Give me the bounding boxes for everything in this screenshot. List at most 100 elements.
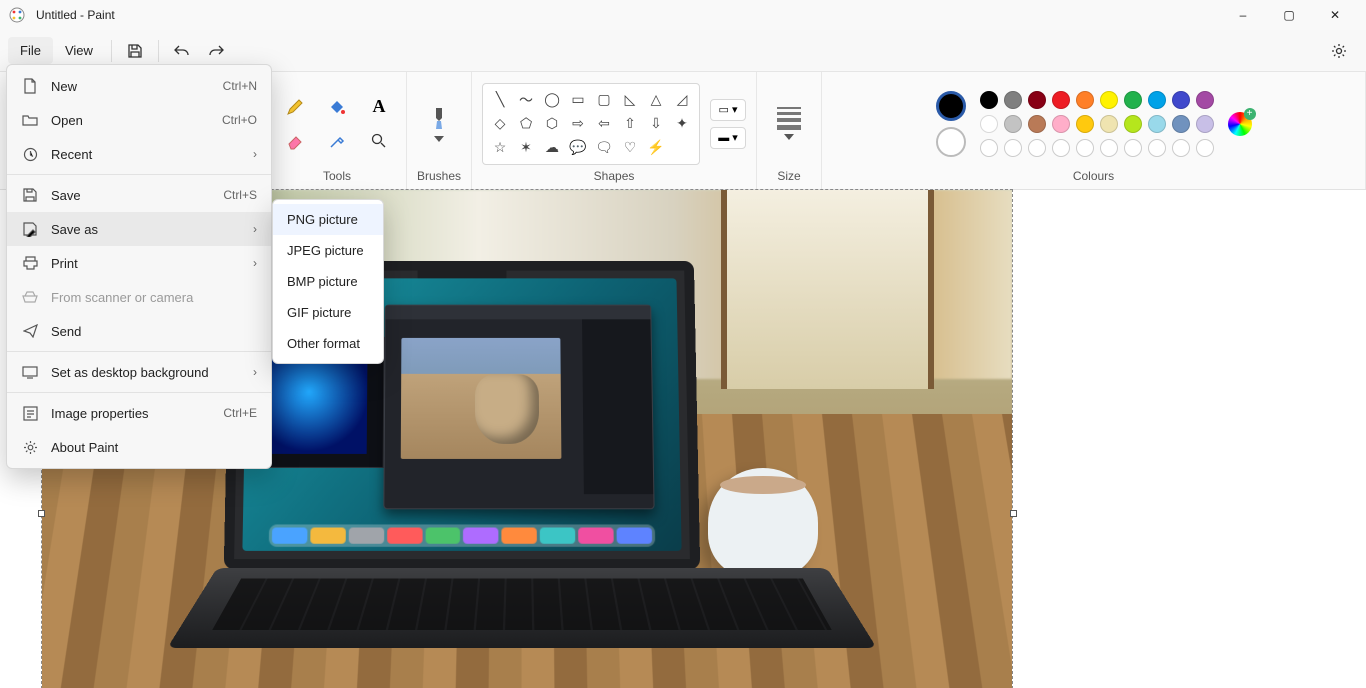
palette-swatch[interactable] [1052,91,1070,109]
palette-swatch-empty[interactable] [1124,139,1142,157]
shape-tri[interactable]: △ [645,90,667,110]
palette-swatch-empty[interactable] [1052,139,1070,157]
shape-pent[interactable]: ⬠ [515,114,537,134]
palette-swatch-empty[interactable] [980,139,998,157]
palette-swatch-empty[interactable] [1172,139,1190,157]
menu-view[interactable]: View [53,37,105,64]
edit-colours-button[interactable] [1228,112,1252,136]
file-menu-recent[interactable]: Recent › [7,137,271,171]
menu-label: Set as desktop background [51,365,209,380]
shape-arrow-r[interactable]: ⇨ [567,114,589,134]
magnifier-tool[interactable] [362,126,396,156]
palette-swatch-empty[interactable] [1004,139,1022,157]
shape-heart[interactable]: ♡ [619,138,641,158]
brushes-dropdown[interactable] [417,106,461,142]
save-quick-button[interactable] [118,36,152,66]
palette-swatch[interactable] [980,115,998,133]
minimize-button[interactable]: – [1220,0,1266,30]
palette-swatch-empty[interactable] [1196,139,1214,157]
shapes-gallery[interactable]: ╲ 〜 ◯ ▭ ▢ ◺ △ ◿ ◇ ⬠ ⬡ ⇨ ⇦ ⇧ ⇩ ✦ ☆ [482,83,700,165]
shape-callout-rd[interactable]: ☁ [541,138,563,158]
shape-more[interactable] [671,138,693,158]
palette-swatch[interactable] [1196,91,1214,109]
close-button[interactable]: ✕ [1312,0,1358,30]
shape-outline-dropdown[interactable]: ▭ ▾ [710,99,746,121]
palette-swatch-empty[interactable] [1100,139,1118,157]
save-as-png[interactable]: PNG picture [273,204,383,235]
picker-tool[interactable] [320,126,354,156]
shape-6star[interactable]: ✶ [515,138,537,158]
palette-swatch[interactable] [1148,91,1166,109]
pencil-tool[interactable] [278,92,312,122]
palette-swatch[interactable] [1028,91,1046,109]
menu-file[interactable]: File [8,37,53,64]
palette-swatch[interactable] [1004,115,1022,133]
text-tool[interactable]: A [362,92,396,122]
file-menu-print[interactable]: Print › [7,246,271,280]
file-menu-send[interactable]: Send [7,314,271,348]
redo-button[interactable] [199,36,233,66]
palette-swatch-empty[interactable] [1028,139,1046,157]
colour-2-swatch[interactable] [936,127,966,157]
maximize-button[interactable]: ▢ [1266,0,1312,30]
settings-button[interactable] [1322,36,1356,66]
folder-open-icon [21,111,39,129]
file-menu-save[interactable]: Save Ctrl+S [7,178,271,212]
shape-rect[interactable]: ▭ [567,90,589,110]
file-menu-new[interactable]: New Ctrl+N [7,69,271,103]
shape-poly[interactable]: ◺ [619,90,641,110]
shape-fill-dropdown[interactable]: ▬ ▾ [710,127,746,149]
resize-handle-left[interactable] [38,510,45,517]
palette-swatch-empty[interactable] [1076,139,1094,157]
shape-5star[interactable]: ☆ [489,138,511,158]
resize-handle-right[interactable] [1010,510,1017,517]
colour-1-swatch[interactable] [936,91,966,121]
shape-callout-cl[interactable]: 🗨 [593,138,615,158]
shape-oval[interactable]: ◯ [541,90,563,110]
ribbon-group-colours: Colours [822,72,1366,189]
shape-callout-ov[interactable]: 💬 [567,138,589,158]
save-as-jpeg[interactable]: JPEG picture [273,235,383,266]
undo-button[interactable] [165,36,199,66]
palette-swatch[interactable] [1124,91,1142,109]
shape-arrow-l[interactable]: ⇦ [593,114,615,134]
shape-arrow-d[interactable]: ⇩ [645,114,667,134]
shape-diamond[interactable]: ◇ [489,114,511,134]
file-menu-set-background[interactable]: Set as desktop background › [7,355,271,389]
group-label-brushes: Brushes [417,169,461,183]
shape-line[interactable]: ╲ [489,90,511,110]
palette-swatch[interactable] [1124,115,1142,133]
shape-rtri[interactable]: ◿ [671,90,693,110]
palette-swatch[interactable] [1172,115,1190,133]
size-dropdown[interactable] [767,107,811,140]
save-as-bmp[interactable]: BMP picture [273,266,383,297]
fill-tool[interactable] [320,92,354,122]
file-menu-properties[interactable]: Image properties Ctrl+E [7,396,271,430]
palette-swatch[interactable] [1028,115,1046,133]
shape-roundrect[interactable]: ▢ [593,90,615,110]
palette-swatch[interactable] [1172,91,1190,109]
file-menu-about[interactable]: About Paint [7,430,271,464]
palette-swatch[interactable] [1148,115,1166,133]
palette-swatch[interactable] [1196,115,1214,133]
file-menu-save-as[interactable]: Save as › [7,212,271,246]
shape-curve[interactable]: 〜 [515,90,537,110]
eraser-icon [286,132,304,150]
shape-lightning[interactable]: ⚡ [645,138,667,158]
save-as-gif[interactable]: GIF picture [273,297,383,328]
palette-swatch[interactable] [1052,115,1070,133]
file-menu-open[interactable]: Open Ctrl+O [7,103,271,137]
palette-swatch[interactable] [1076,91,1094,109]
shape-4star[interactable]: ✦ [671,114,693,134]
palette-swatch[interactable] [1100,115,1118,133]
palette-swatch[interactable] [980,91,998,109]
palette-swatch[interactable] [1076,115,1094,133]
palette-swatch[interactable] [1100,91,1118,109]
ribbon-group-brushes: Brushes [407,72,472,189]
eraser-tool[interactable] [278,126,312,156]
save-as-other[interactable]: Other format [273,328,383,359]
shape-arrow-u[interactable]: ⇧ [619,114,641,134]
palette-swatch[interactable] [1004,91,1022,109]
palette-swatch-empty[interactable] [1148,139,1166,157]
shape-hex[interactable]: ⬡ [541,114,563,134]
